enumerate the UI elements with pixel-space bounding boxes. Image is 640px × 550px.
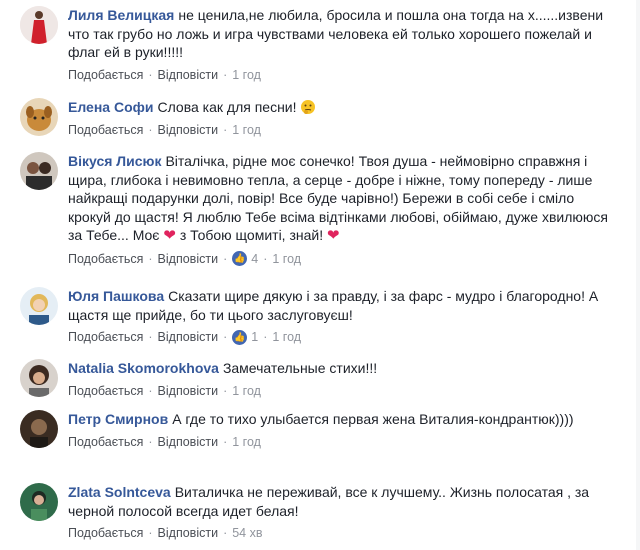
scrollbar[interactable] — [636, 0, 640, 550]
reaction-count[interactable]: 👍 4 — [232, 251, 258, 266]
comment-message: Замечательные стихи!!! — [222, 360, 378, 376]
avatar[interactable] — [20, 483, 58, 521]
separator-dot: · — [223, 383, 228, 398]
reply-link[interactable]: Відповісти — [158, 68, 219, 82]
separator-dot: · — [148, 434, 153, 449]
separator-dot: · — [263, 330, 268, 344]
comment-author-link[interactable]: Петр Смирнов — [68, 411, 168, 427]
thumbs-up-icon: 👍 — [232, 251, 248, 266]
comment-body: Natalia Skomorokhova Замечательные стихи!… — [68, 359, 618, 400]
comment-author-link[interactable]: Вікуся Лисюк — [68, 153, 161, 169]
avatar[interactable] — [20, 6, 58, 44]
separator-dot: · — [148, 526, 153, 540]
comment-message: А где то тихо улыбается первая жена Вита… — [172, 411, 574, 427]
thinking-face-emoji-icon — [301, 100, 316, 114]
separator-dot: · — [223, 330, 228, 344]
comment-actions: Подобається · Відповісти · 1 год — [68, 382, 618, 400]
comment-body: Лиля Велицкая не ценила,не любила, бросил… — [68, 6, 618, 84]
separator-dot: · — [148, 383, 153, 398]
reaction-number: 4 — [251, 251, 259, 266]
comment-author-link[interactable]: Юля Пашкова — [68, 288, 164, 304]
reply-link[interactable]: Відповісти — [158, 252, 219, 266]
comment-body: Zlata Solntceva Виталичка не переживай, в… — [68, 483, 618, 542]
avatar[interactable] — [20, 98, 58, 136]
reaction-count[interactable]: 👍 1 — [232, 329, 259, 345]
reply-link[interactable]: Відповісти — [158, 330, 219, 344]
separator-dot: · — [223, 122, 228, 137]
reply-link[interactable]: Відповісти — [158, 435, 219, 449]
woman-curly-avatar-icon — [20, 359, 58, 397]
like-link[interactable]: Подобається — [68, 252, 143, 266]
separator-dot: · — [148, 67, 153, 82]
thumbs-up-icon: 👍 — [232, 329, 248, 345]
comment-text: Юля Пашкова Сказати щире дякую і за правд… — [68, 287, 618, 324]
reply-link[interactable]: Відповісти — [158, 526, 219, 540]
reply-link[interactable]: Відповісти — [158, 384, 219, 398]
separator-dot: · — [223, 434, 228, 449]
separator-dot: · — [148, 251, 153, 266]
comment-actions: Подобається · Відповісти · 1 год — [68, 121, 618, 139]
like-link[interactable]: Подобається — [68, 435, 143, 449]
comment-text: Елена Софи Слова как для песни! — [68, 98, 618, 117]
comment-message-part-2: з Тобою щомиті, знай! — [179, 227, 324, 243]
comment-timestamp[interactable]: 1 год — [232, 123, 261, 137]
separator-dot: · — [148, 330, 153, 344]
like-link[interactable]: Подобається — [68, 384, 143, 398]
separator-dot: · — [223, 251, 228, 266]
comment-timestamp[interactable]: 54 хв — [232, 526, 262, 540]
comment-timestamp[interactable]: 1 год — [232, 384, 261, 398]
avatar[interactable] — [20, 359, 58, 397]
avatar[interactable] — [20, 287, 58, 325]
comment-body: Елена Софи Слова как для песни! Подобаєть… — [68, 98, 618, 139]
comment-message: Слова как для песни! — [157, 99, 297, 115]
woman-red-dress-avatar-icon — [20, 6, 58, 44]
heart-emoji-icon: ❤ — [163, 227, 176, 244]
comment-author-link[interactable]: Zlata Solntceva — [68, 484, 171, 500]
like-link[interactable]: Подобається — [68, 330, 143, 344]
comment-text: Лиля Велицкая не ценила,не любила, бросил… — [68, 6, 618, 62]
avatar[interactable] — [20, 152, 58, 190]
comment-text: Zlata Solntceva Виталичка не переживай, в… — [68, 483, 618, 520]
dog-avatar-icon — [20, 98, 58, 136]
woman-green-avatar-icon — [20, 483, 58, 521]
comment-author-link[interactable]: Natalia Skomorokhova — [68, 360, 219, 376]
separator-dot: · — [148, 122, 153, 137]
comment-actions: Подобається · Відповісти · 👍 4 · 1 год — [68, 250, 618, 268]
like-link[interactable]: Подобається — [68, 526, 143, 540]
comment-actions: Подобається · Відповісти · 👍 1 · 1 год — [68, 328, 618, 346]
separator-dot: · — [223, 526, 228, 540]
comment-timestamp[interactable]: 1 год — [272, 330, 301, 344]
comment-actions: Подобається · Відповісти · 1 год — [68, 66, 618, 84]
separator-dot: · — [223, 67, 228, 82]
comment-body: Вікуся Лисюк Віталічка, рідне моє сонечко… — [68, 152, 618, 268]
comment-timestamp[interactable]: 1 год — [232, 435, 261, 449]
comment-body: Петр Смирнов А где то тихо улыбается перв… — [68, 410, 618, 451]
couple-avatar-icon — [20, 152, 58, 190]
comment-text: Natalia Skomorokhova Замечательные стихи!… — [68, 359, 618, 378]
avatar[interactable] — [20, 410, 58, 448]
comment-actions: Подобається · Відповісти · 54 хв — [68, 524, 618, 542]
comment-body: Юля Пашкова Сказати щире дякую і за правд… — [68, 287, 618, 346]
separator-dot: · — [263, 251, 268, 266]
heart-emoji-icon: ❤ — [327, 227, 340, 244]
like-link[interactable]: Подобається — [68, 123, 143, 137]
comment-author-link[interactable]: Лиля Велицкая — [68, 7, 174, 23]
comment-actions: Подобається · Відповісти · 1 год — [68, 433, 618, 451]
like-link[interactable]: Подобається — [68, 68, 143, 82]
reaction-number: 1 — [251, 330, 259, 344]
reply-link[interactable]: Відповісти — [158, 123, 219, 137]
comment-author-link[interactable]: Елена Софи — [68, 99, 153, 115]
man-dark-avatar-icon — [20, 410, 58, 448]
comment-text: Петр Смирнов А где то тихо улыбается перв… — [68, 410, 618, 429]
woman-blonde-avatar-icon — [20, 287, 58, 325]
comment-timestamp[interactable]: 1 год — [272, 252, 301, 266]
comment-timestamp[interactable]: 1 год — [232, 68, 261, 82]
comment-text: Вікуся Лисюк Віталічка, рідне моє сонечко… — [68, 152, 618, 246]
